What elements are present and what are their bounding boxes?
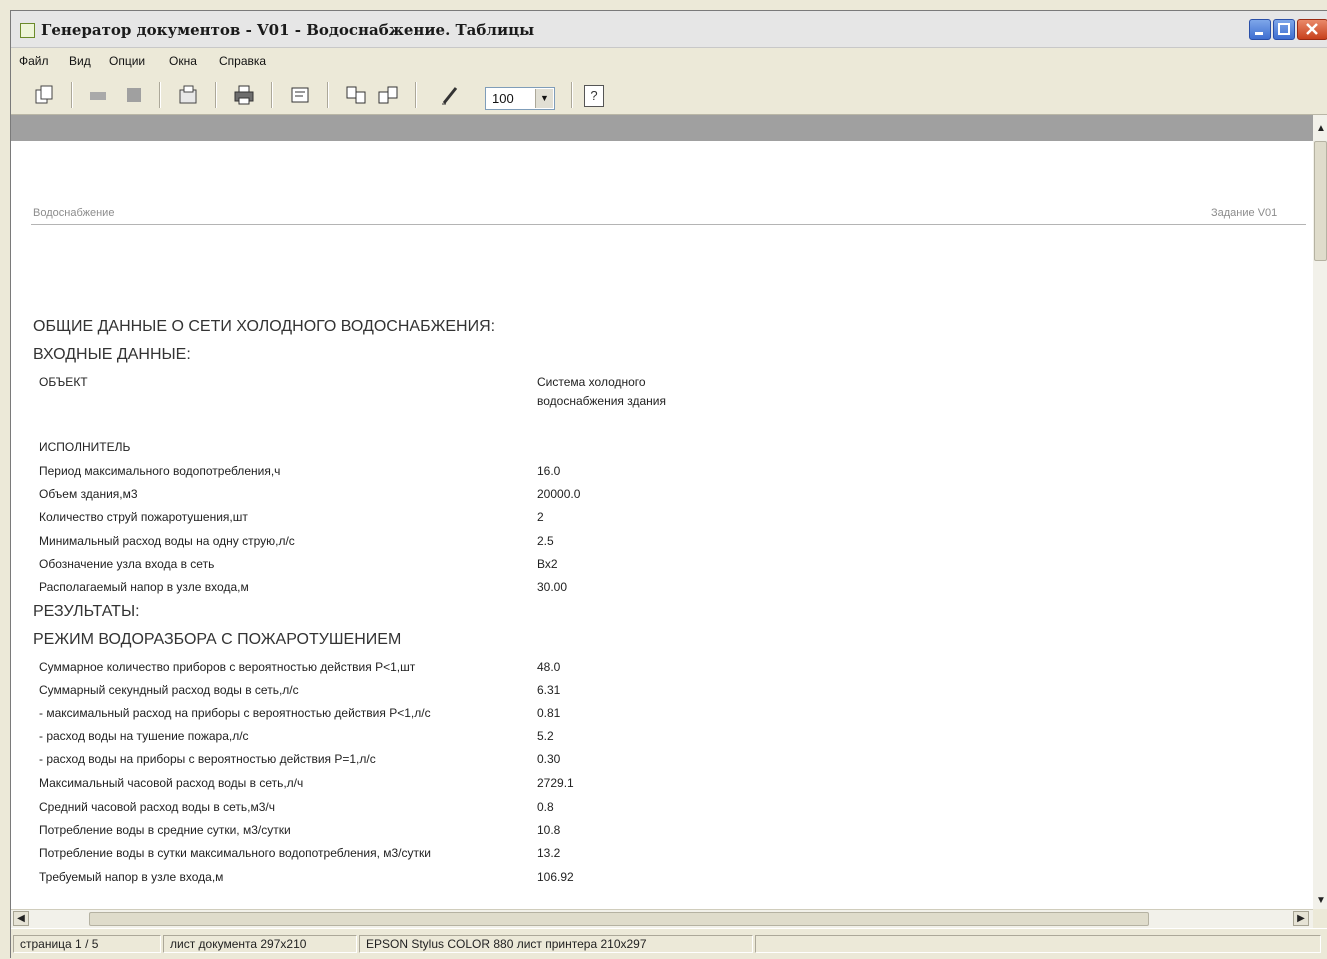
vertical-scroll-thumb[interactable] bbox=[1314, 141, 1327, 261]
executor-label: ИСПОЛНИТЕЛЬ bbox=[39, 440, 131, 454]
result-row-label: Суммарный секундный расход воды в сеть,л… bbox=[39, 683, 299, 697]
vertical-scrollbar[interactable]: ▲ ▼ bbox=[1313, 115, 1327, 909]
maximize-icon bbox=[1278, 23, 1290, 35]
stop-icon[interactable] bbox=[123, 84, 145, 106]
close-button[interactable] bbox=[1297, 19, 1327, 40]
menu-windows[interactable]: Окна bbox=[169, 54, 197, 68]
result-row-label: Требуемый напор в узле входа,м bbox=[39, 870, 224, 884]
status-doc-sheet: лист документа 297x210 bbox=[163, 935, 357, 953]
input-row-value: 2.5 bbox=[537, 534, 554, 548]
input-row-label: Период максимального водопотребления,ч bbox=[39, 464, 281, 478]
menu-options[interactable]: Опции bbox=[109, 54, 145, 68]
app-icon bbox=[20, 23, 35, 38]
help-icon[interactable]: ? bbox=[584, 85, 604, 107]
header-left: Водоснабжение bbox=[33, 207, 115, 219]
section-input-title: ВХОДНЫЕ ДАННЫЕ: bbox=[33, 346, 191, 363]
status-bar: страница 1 / 5 лист документа 297x210 EP… bbox=[11, 928, 1327, 959]
scroll-left-icon[interactable]: ◀ bbox=[13, 911, 29, 926]
result-row-label: - расход воды на приборы с вероятностью … bbox=[39, 752, 376, 766]
menu-help[interactable]: Справка bbox=[219, 54, 266, 68]
horizontal-scrollbar[interactable]: ◀ ▶ bbox=[11, 909, 1313, 928]
input-row-value: 16.0 bbox=[537, 464, 561, 478]
title-bar[interactable]: Генератор документов - V01 - Водоснабжен… bbox=[11, 11, 1327, 48]
scroll-right-icon[interactable]: ▶ bbox=[1293, 911, 1309, 926]
result-row-value: 0.8 bbox=[537, 800, 554, 814]
scroll-up-icon[interactable]: ▲ bbox=[1316, 123, 1326, 134]
horizontal-scroll-thumb[interactable] bbox=[89, 912, 1149, 926]
status-page: страница 1 / 5 bbox=[13, 935, 161, 953]
toolbar-separator bbox=[71, 82, 73, 108]
result-row-value: 48.0 bbox=[537, 660, 561, 674]
page-prev-icon[interactable] bbox=[345, 84, 367, 106]
result-row-value: 6.31 bbox=[537, 683, 561, 697]
result-row-value: 106.92 bbox=[537, 870, 574, 884]
toolbar-separator bbox=[271, 82, 273, 108]
result-row-value: 0.30 bbox=[537, 752, 561, 766]
result-row-label: - расход воды на тушение пожара,л/с bbox=[39, 729, 249, 743]
copy-doc-icon[interactable] bbox=[33, 84, 55, 106]
result-row-value: 0.81 bbox=[537, 706, 561, 720]
input-row-value: 20000.0 bbox=[537, 487, 581, 501]
window-title: Генератор документов - V01 - Водоснабжен… bbox=[41, 21, 535, 39]
toolbar-separator bbox=[571, 82, 573, 108]
section-mode-title: РЕЖИМ ВОДОРАЗБОРА С ПОЖАРОТУШЕНИЕМ bbox=[33, 631, 402, 648]
result-row-label: Потребление воды в средние сутки, м3/сут… bbox=[39, 823, 291, 837]
status-printer: EPSON Stylus COLOR 880 лист принтера 210… bbox=[359, 935, 753, 953]
input-row-value: 30.00 bbox=[537, 580, 568, 594]
chevron-down-icon[interactable]: ▼ bbox=[535, 89, 553, 108]
object-value-line1: Система холодного bbox=[537, 375, 646, 389]
document-page: Водоснабжение Задание V01 ОБЩИЕ ДАННЫЕ О… bbox=[11, 141, 1313, 909]
zoom-select[interactable]: 100 ▼ bbox=[485, 87, 555, 110]
input-row-label: Обозначение узла входа в сеть bbox=[39, 557, 215, 571]
properties-icon[interactable] bbox=[177, 84, 199, 106]
zoom-value: 100 bbox=[492, 91, 514, 106]
minimize-icon bbox=[1255, 32, 1263, 35]
pencil-icon[interactable] bbox=[439, 84, 461, 106]
input-row-value: 2 bbox=[537, 510, 544, 524]
status-empty bbox=[755, 935, 1321, 953]
object-value-line2: водоснабжения здания bbox=[537, 394, 666, 408]
scroll-down-icon[interactable]: ▼ bbox=[1316, 895, 1326, 906]
input-row-value: Вх2 bbox=[537, 557, 558, 571]
printer-setup-icon[interactable] bbox=[289, 84, 311, 106]
page-next-icon[interactable] bbox=[377, 84, 399, 106]
close-icon bbox=[1306, 23, 1318, 35]
move-left-icon[interactable] bbox=[87, 84, 109, 106]
app-window: Генератор документов - V01 - Водоснабжен… bbox=[10, 10, 1327, 959]
menu-bar: Файл Вид Опции Окна Справка bbox=[11, 48, 1327, 73]
document-top-bar bbox=[11, 115, 1313, 141]
toolbar: 100 ▼ ? bbox=[11, 74, 1327, 115]
section-results-title: РЕЗУЛЬТАТЫ: bbox=[33, 603, 140, 620]
result-row-label: Средний часовой расход воды в сеть,м3/ч bbox=[39, 800, 275, 814]
result-row-value: 10.8 bbox=[537, 823, 561, 837]
result-row-label: - максимальный расход на приборы с вероя… bbox=[39, 706, 431, 720]
minimize-button[interactable] bbox=[1249, 19, 1271, 40]
result-row-value: 13.2 bbox=[537, 846, 561, 860]
header-divider bbox=[31, 224, 1306, 225]
result-row-label: Потребление воды в сутки максимального в… bbox=[39, 846, 431, 860]
result-row-label: Суммарное количество приборов с вероятно… bbox=[39, 660, 416, 674]
menu-file[interactable]: Файл bbox=[19, 54, 49, 68]
result-row-value: 2729.1 bbox=[537, 776, 574, 790]
section-general-title: ОБЩИЕ ДАННЫЕ О СЕТИ ХОЛОДНОГО ВОДОСНАБЖЕ… bbox=[33, 318, 496, 335]
toolbar-separator bbox=[215, 82, 217, 108]
toolbar-separator bbox=[159, 82, 161, 108]
object-label: ОБЪЕКТ bbox=[39, 375, 88, 389]
input-row-label: Количество струй пожаротушения,шт bbox=[39, 510, 248, 524]
result-row-value: 5.2 bbox=[537, 729, 554, 743]
input-row-label: Располагаемый напор в узле входа,м bbox=[39, 580, 249, 594]
input-row-label: Объем здания,м3 bbox=[39, 487, 138, 501]
input-row-label: Минимальный расход воды на одну струю,л/… bbox=[39, 534, 295, 548]
menu-view[interactable]: Вид bbox=[69, 54, 91, 68]
header-right: Задание V01 bbox=[1211, 207, 1278, 219]
toolbar-separator bbox=[415, 82, 417, 108]
toolbar-separator bbox=[327, 82, 329, 108]
maximize-button[interactable] bbox=[1273, 19, 1295, 40]
print-icon[interactable] bbox=[233, 84, 255, 106]
result-row-label: Максимальный часовой расход воды в сеть,… bbox=[39, 776, 304, 790]
